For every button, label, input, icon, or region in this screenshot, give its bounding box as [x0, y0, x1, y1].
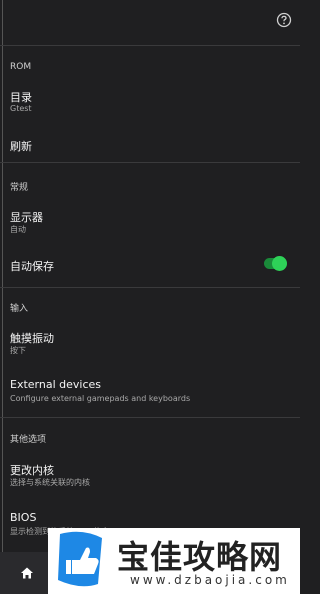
watermark-logo — [58, 531, 102, 587]
external-devices-subtitle: Configure external gamepads and keyboard… — [10, 394, 191, 403]
divider — [0, 162, 300, 163]
change-core-title: 更改内核 — [10, 464, 54, 477]
help-circle-icon[interactable] — [276, 12, 292, 28]
refresh-title: 刷新 — [10, 140, 32, 153]
directory-title: 目录 — [10, 91, 32, 104]
change-core-subtitle: 选择与系统关联的内核 — [10, 478, 90, 487]
divider — [0, 287, 300, 288]
watermark-url: www.dzbaojia.com — [130, 573, 290, 587]
top-bar — [0, 0, 300, 45]
display-title: 显示器 — [10, 211, 43, 224]
section-header-general: 常规 — [10, 183, 29, 193]
divider — [0, 45, 300, 46]
directory-subtitle: Gtest — [10, 104, 32, 113]
section-header-other: 其他选项 — [10, 435, 47, 445]
home-icon[interactable] — [20, 566, 34, 580]
section-header-input: 输入 — [10, 304, 29, 314]
bios-title: BIOS — [10, 511, 37, 524]
left-edge-line — [2, 0, 3, 594]
watermark-title: 宝佳攻略网 — [117, 538, 283, 576]
haptic-subtitle: 按下 — [10, 346, 26, 355]
autosave-toggle[interactable] — [272, 256, 287, 271]
divider — [0, 417, 300, 418]
autosave-title: 自动保存 — [10, 260, 54, 273]
display-subtitle: 自动 — [10, 225, 26, 234]
haptic-title: 触摸振动 — [10, 332, 54, 345]
section-header-rom: ROM — [10, 62, 32, 72]
external-devices-title: External devices — [10, 378, 101, 391]
